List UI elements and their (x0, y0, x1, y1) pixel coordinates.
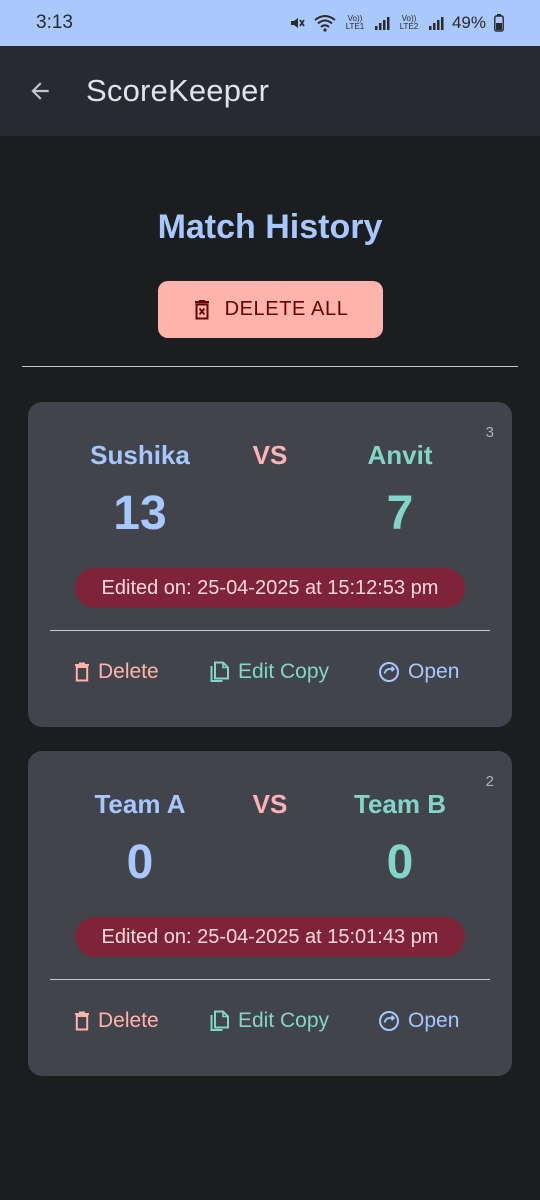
team-a-score: 0 (126, 836, 154, 889)
delete-button[interactable]: Delete (74, 999, 159, 1043)
card-actions: Delete Edit Copy Open (28, 650, 512, 694)
back-button[interactable] (26, 77, 54, 105)
card-actions: Delete Edit Copy Open (28, 999, 512, 1043)
status-bar: 3:13 Vo)) LTE1 Vo)) LTE2 49% (0, 0, 540, 46)
delete-sweep-icon (194, 299, 209, 319)
app-title: ScoreKeeper (86, 73, 270, 108)
wifi-icon (314, 14, 336, 32)
open-button[interactable]: Open (378, 650, 459, 694)
mute-icon (288, 14, 306, 32)
sim1-label: Vo)) LTE1 (345, 14, 365, 31)
match-number: 3 (485, 424, 494, 441)
trash-icon (75, 662, 89, 682)
open-label: Open (408, 660, 460, 683)
vs-label: VS (252, 789, 288, 819)
sim2-label: Vo)) LTE2 (399, 14, 419, 31)
team-b-score: 7 (386, 487, 414, 540)
status-icons: Vo)) LTE1 Vo)) LTE2 49% (288, 13, 504, 33)
delete-button[interactable]: Delete (74, 650, 159, 694)
card-divider (50, 979, 490, 980)
copy-icon (210, 661, 229, 682)
delete-label: Delete (98, 660, 159, 683)
edited-badge: Edited on: 25-04-2025 at 15:12:53 pm (75, 568, 465, 608)
copy-icon (210, 1010, 229, 1031)
team-b-name: Anvit (367, 440, 433, 470)
battery-icon (494, 14, 504, 32)
edit-copy-label: Edit Copy (238, 1009, 330, 1032)
battery-percent: 49% (451, 13, 486, 32)
edit-copy-button[interactable]: Edit Copy (210, 999, 329, 1043)
open-label: Open (408, 1009, 460, 1032)
team-a-name: Sushika (90, 440, 190, 470)
signal-icon (428, 15, 444, 31)
open-button[interactable]: Open (378, 999, 459, 1043)
status-time: 3:13 (36, 12, 73, 33)
delete-all-button[interactable]: DELETE ALL (158, 281, 383, 338)
team-b-score: 0 (386, 836, 414, 889)
edited-badge: Edited on: 25-04-2025 at 15:01:43 pm (75, 917, 465, 957)
match-card: 3 Sushika VS Anvit 13 7 Edited on: 25-04… (28, 402, 512, 727)
arrow-back-icon (31, 82, 49, 100)
edit-copy-button[interactable]: Edit Copy (210, 650, 329, 694)
match-number: 2 (485, 773, 494, 790)
team-a-name: Team A (94, 789, 186, 819)
card-divider (50, 630, 490, 631)
team-a-score: 13 (113, 487, 167, 540)
vs-label: VS (252, 440, 288, 470)
app-bar: ScoreKeeper (0, 46, 540, 136)
team-b-name: Team B (354, 789, 446, 819)
divider (22, 366, 518, 367)
open-icon (379, 662, 399, 682)
page-title: Match History (157, 208, 383, 246)
delete-label: Delete (98, 1009, 159, 1032)
open-icon (379, 1011, 399, 1031)
signal-icon (374, 15, 390, 31)
edit-copy-label: Edit Copy (238, 660, 330, 683)
match-card: 2 Team A VS Team B 0 0 Edited on: 25-04-… (28, 751, 512, 1076)
trash-icon (75, 1011, 89, 1031)
delete-all-label: DELETE ALL (224, 298, 349, 320)
